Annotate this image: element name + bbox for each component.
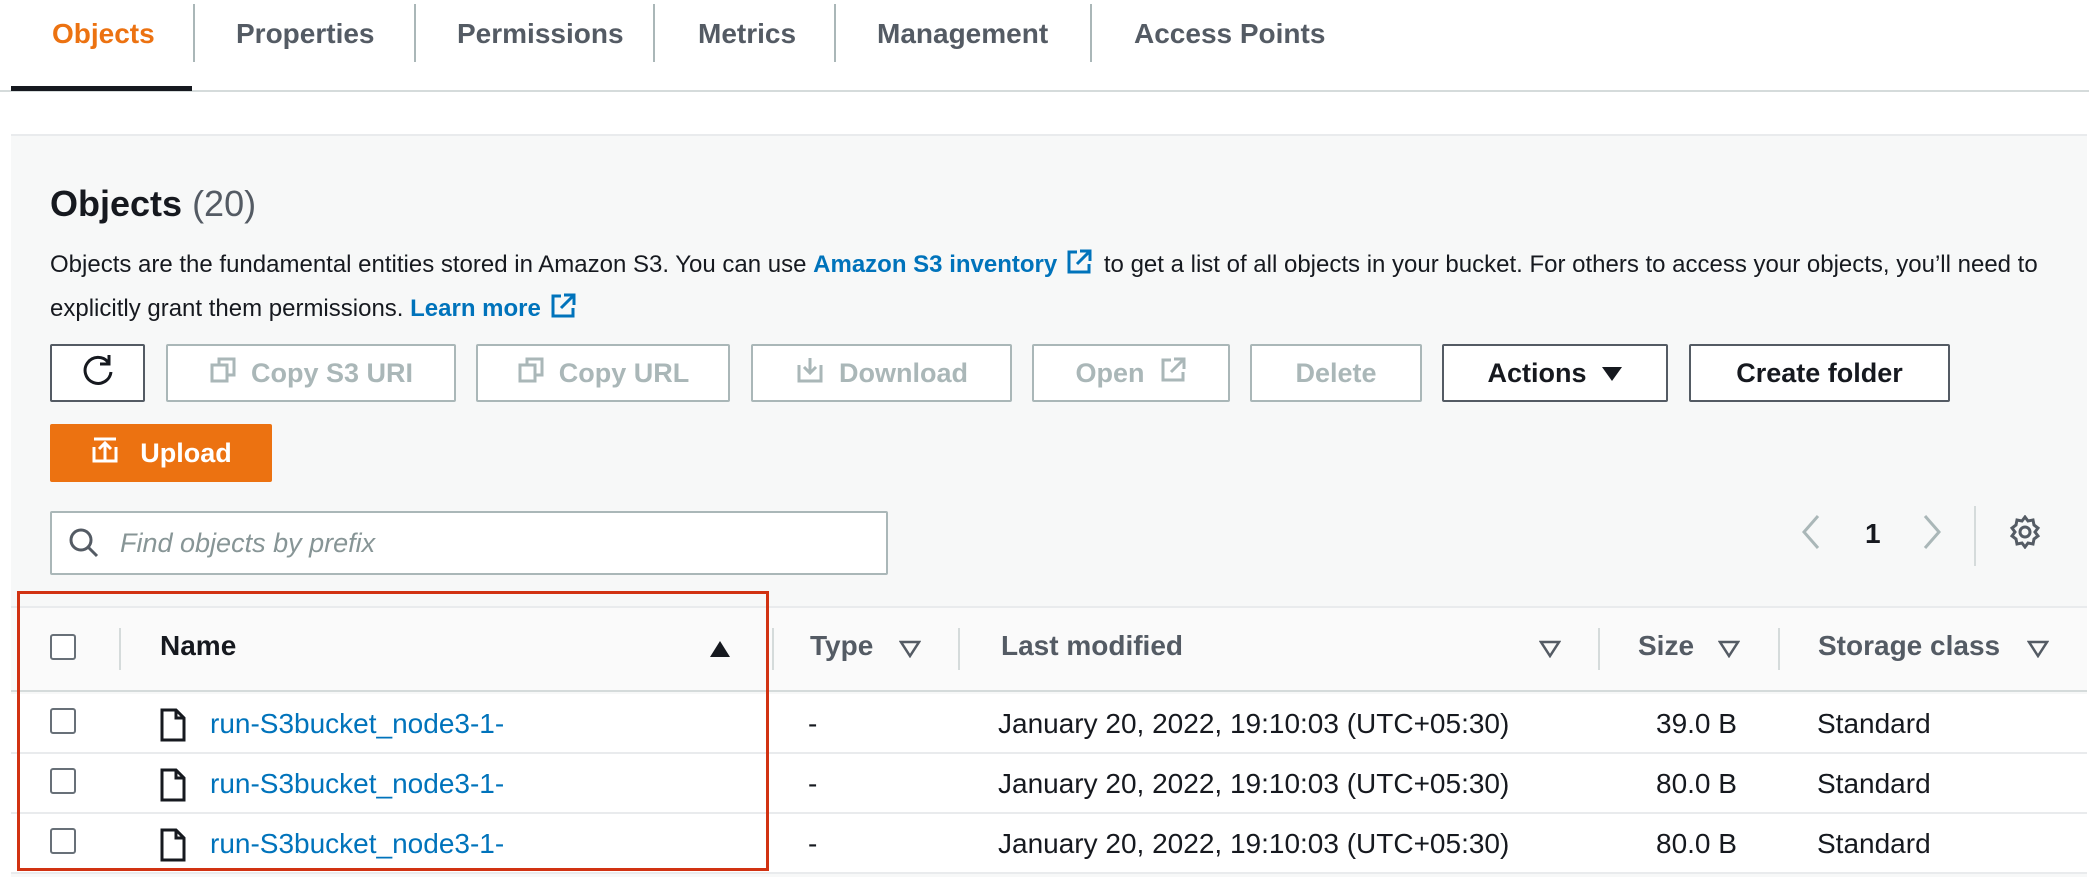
column-divider	[1778, 628, 1780, 670]
previous-page-icon[interactable]	[1801, 514, 1821, 555]
tab-divider	[1090, 4, 1092, 62]
download-button[interactable]: Download	[751, 344, 1012, 402]
delete-button[interactable]: Delete	[1250, 344, 1422, 402]
active-tab-indicator	[11, 86, 192, 91]
inventory-link[interactable]: Amazon S3 inventory	[813, 251, 1057, 278]
column-header-storage-class[interactable]: Storage class	[1818, 630, 2000, 662]
tab-properties[interactable]: Properties	[236, 0, 375, 68]
description-text-1: Objects are the fundamental entities sto…	[50, 251, 814, 278]
object-last-modified: January 20, 2022, 19:10:03 (UTC+05:30)	[998, 828, 1510, 859]
object-type: -	[808, 828, 818, 859]
column-header-last-modified[interactable]: Last modified	[1001, 630, 1183, 662]
gear-icon[interactable]	[2008, 514, 2042, 554]
refresh-button[interactable]	[50, 344, 145, 402]
object-count: (20)	[192, 183, 257, 224]
search-box	[50, 511, 888, 575]
tab-permissions[interactable]: Permissions	[457, 0, 624, 68]
tab-divider	[193, 4, 195, 62]
column-divider	[772, 628, 774, 670]
download-icon	[795, 355, 825, 392]
column-divider	[958, 628, 960, 670]
object-last-modified: January 20, 2022, 19:10:03 (UTC+05:30)	[998, 768, 1510, 799]
search-icon	[68, 527, 100, 559]
section-description: Objects are the fundamental entities sto…	[50, 245, 2050, 333]
tab-divider	[653, 4, 655, 62]
object-storage-class: Standard	[1817, 708, 1931, 739]
tab-metrics[interactable]: Metrics	[698, 0, 796, 68]
object-size: 80.0 B	[1656, 768, 1737, 799]
tab-divider	[834, 4, 836, 62]
column-header-type[interactable]: Type	[810, 630, 873, 662]
tab-objects[interactable]: Objects	[52, 0, 155, 68]
copy-s3-uri-button[interactable]: Copy S3 URI	[166, 344, 456, 402]
copy-icon	[209, 356, 237, 391]
download-label: Download	[839, 357, 968, 388]
tab-management[interactable]: Management	[877, 0, 1048, 68]
next-page-icon[interactable]	[1922, 514, 1942, 555]
object-type: -	[808, 768, 818, 799]
caret-down-icon	[1601, 358, 1623, 389]
upload-button[interactable]: Upload	[50, 424, 272, 482]
open-label: Open	[1075, 357, 1145, 388]
tab-access-points[interactable]: Access Points	[1134, 0, 1325, 68]
section-title-text: Objects	[50, 183, 183, 224]
copy-url-button[interactable]: Copy URL	[476, 344, 730, 402]
tab-divider	[414, 4, 416, 62]
highlight-box	[17, 591, 769, 871]
learn-more-link[interactable]: Learn more	[410, 295, 541, 322]
sort-icon[interactable]	[1538, 640, 1562, 663]
external-link-icon	[1159, 356, 1187, 391]
sort-icon[interactable]	[898, 640, 922, 663]
copy-s3-uri-label: Copy S3 URI	[250, 357, 414, 388]
open-button[interactable]: Open	[1032, 344, 1230, 402]
upload-icon	[90, 435, 120, 472]
tab-bar: Objects Properties Permissions Metrics M…	[0, 0, 2089, 92]
actions-button[interactable]: Actions	[1442, 344, 1668, 402]
object-size: 39.0 B	[1656, 708, 1737, 739]
column-divider	[1598, 628, 1600, 670]
object-storage-class: Standard	[1817, 768, 1931, 799]
actions-label: Actions	[1487, 357, 1587, 388]
copy-url-label: Copy URL	[558, 357, 690, 388]
external-link-icon	[1065, 248, 1093, 289]
copy-icon	[517, 356, 545, 391]
sort-icon[interactable]	[2026, 640, 2050, 663]
object-size: 80.0 B	[1656, 828, 1737, 859]
current-page[interactable]: 1	[1865, 518, 1881, 550]
search-input[interactable]	[120, 527, 860, 559]
create-folder-label: Create folder	[1736, 357, 1903, 388]
section-title: Objects (20)	[50, 183, 256, 225]
pager-divider	[1974, 506, 1976, 566]
sort-icon[interactable]	[1717, 640, 1741, 663]
object-last-modified: January 20, 2022, 19:10:03 (UTC+05:30)	[998, 708, 1510, 739]
external-link-icon	[549, 292, 577, 333]
refresh-icon	[80, 352, 116, 395]
upload-label: Upload	[140, 437, 232, 468]
delete-label: Delete	[1295, 357, 1377, 388]
object-storage-class: Standard	[1817, 828, 1931, 859]
object-type: -	[808, 708, 818, 739]
column-header-size[interactable]: Size	[1638, 630, 1694, 662]
create-folder-button[interactable]: Create folder	[1689, 344, 1950, 402]
